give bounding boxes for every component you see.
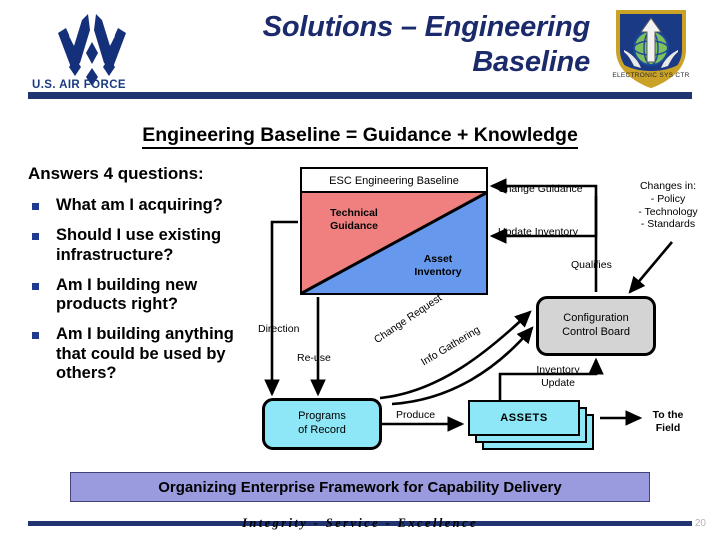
por-label: Programs of Record (298, 410, 346, 438)
label-inventory: Inventory (536, 364, 580, 376)
to-the-field-line2: Field (655, 421, 681, 434)
to-the-field-line1: To the (652, 409, 684, 421)
technical-guidance-line2: Guidance (330, 220, 378, 233)
svg-text:ELECTRONIC SYS CTR: ELECTRONIC SYS CTR (612, 72, 689, 79)
label-to-the-field: To the Field (638, 409, 698, 435)
esc-box-title: ESC Engineering Baseline (302, 169, 486, 193)
list-item-label: Am I building anything that could be use… (56, 325, 234, 383)
ccb-label: Configuration Control Board (562, 312, 630, 340)
label-info-gathering: Info Gathering (419, 323, 483, 369)
label-qualifies: Qualifies (571, 259, 612, 271)
page-title-line1: Solutions – Engineering (262, 11, 591, 43)
footer-banner-text: Organizing Enterprise Framework for Capa… (158, 478, 562, 496)
page-number: 20 (694, 518, 706, 529)
changes-in-item: - Policy (650, 192, 686, 205)
usaf-wordmark: U.S. AIR FORCE (32, 79, 126, 91)
assets-box-stack: ASSETS (468, 400, 596, 452)
assets-sheet-front: ASSETS (468, 400, 580, 436)
assets-label: ASSETS (500, 412, 548, 424)
list-item: Am I building anything that could be use… (28, 325, 260, 383)
list-item-label: Am I building new products right? (56, 275, 198, 314)
list-item: Should I use existing infrastructure? (28, 226, 260, 265)
por-line1: Programs (298, 410, 346, 423)
asset-inventory-line1: Asset (423, 252, 453, 265)
tagline: Integrity - Service - Excellence (242, 516, 478, 530)
label-change-request: Change Request (372, 291, 445, 346)
changes-in-title: Changes in: (639, 180, 697, 192)
label-direction: Direction (258, 323, 300, 335)
bullet-icon (32, 282, 39, 290)
por-line2: of Record (298, 424, 346, 436)
technical-guidance-label: Technical Guidance (316, 207, 392, 233)
changes-in-block: Changes in: - Policy - Technology - Stan… (622, 180, 714, 231)
page-title-line2: Baseline (472, 46, 590, 79)
changes-in-item: - Technology (638, 205, 698, 218)
label-update-inventory: Update Inventory (498, 226, 578, 238)
technical-guidance-line1: Technical (330, 207, 378, 219)
esc-engineering-baseline-box: ESC Engineering Baseline Technical Guida… (300, 167, 488, 295)
label-inventory-update: Inventory Update (518, 364, 598, 390)
list-item-label: Should I use existing infrastructure? (56, 226, 222, 264)
list-item: What am I acquiring? (28, 196, 260, 215)
programs-of-record-box: Programs of Record (262, 398, 382, 450)
slide: U.S. AIR FORCE Solutions – Engineering B… (0, 0, 720, 540)
answers-lead: Answers 4 questions: (28, 164, 204, 183)
header-divider (28, 92, 692, 99)
bullet-icon (32, 203, 39, 210)
list-item: Am I building new products right? (28, 276, 260, 315)
bullet-icon (32, 233, 39, 241)
ccb-line1: Configuration (563, 312, 629, 325)
label-update: Update (541, 376, 575, 389)
label-re-use: Re-use (297, 352, 331, 364)
list-item-label: What am I acquiring? (56, 196, 223, 214)
asset-inventory-label: Asset Inventory (400, 253, 476, 279)
configuration-control-board-box: Configuration Control Board (536, 296, 656, 356)
footer-banner: Organizing Enterprise Framework for Capa… (70, 472, 650, 502)
page-title: Solutions – Engineering Baseline (150, 10, 591, 81)
electronic-systems-center-shield-icon: ELECTRONIC SYS CTR (608, 4, 694, 92)
section-heading: Engineering Baseline = Guidance + Knowle… (0, 124, 720, 149)
changes-in-item: - Standards (640, 218, 696, 231)
label-produce: Produce (396, 409, 436, 421)
bullet-icon (32, 332, 39, 340)
label-change-guidance: Change Guidance (498, 183, 583, 195)
asset-inventory-line2: Inventory (414, 265, 462, 278)
section-heading-text: Engineering Baseline = Guidance + Knowle… (142, 124, 578, 149)
questions-list: What am I acquiring? Should I use existi… (28, 196, 260, 394)
ccb-line2: Control Board (562, 326, 630, 338)
